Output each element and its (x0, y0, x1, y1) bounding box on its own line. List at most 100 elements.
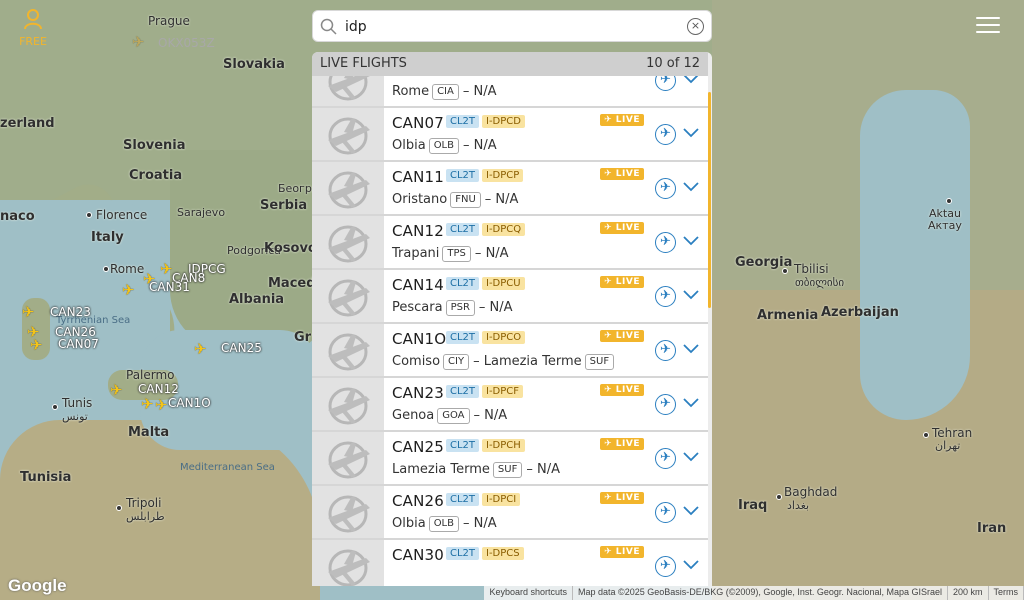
aircraft-marker-icon[interactable]: ✈ (141, 397, 154, 412)
aircraft-marker-icon[interactable]: ✈ (160, 262, 173, 277)
map-callsign-can12[interactable]: CAN12 (138, 382, 179, 396)
chevron-down-icon[interactable] (682, 501, 700, 519)
keyboard-shortcuts-link[interactable]: Keyboard shortcuts (484, 586, 574, 600)
track-flight-icon[interactable]: ✈ (655, 448, 676, 469)
track-flight-icon[interactable]: ✈ (655, 502, 676, 523)
registration-badge: I-DPCH (482, 439, 525, 452)
track-flight-icon[interactable]: ✈ (655, 394, 676, 415)
track-flight-icon[interactable]: ✈ (655, 124, 676, 145)
map-callsign-can23[interactable]: CAN23 (50, 305, 91, 319)
flight-route: Pescara PSR – N/A (392, 300, 513, 316)
aircraft-marker-icon[interactable]: ✈ (155, 398, 168, 413)
aircraft-marker-icon[interactable]: ✈ (22, 305, 35, 320)
ghost-plane-icon[interactable]: ✈ (132, 35, 145, 50)
map-data-attribution: Map data ©2025 GeoBasis-DE/BKG (©2009), … (573, 586, 948, 600)
flight-route: Oristano FNU – N/A (392, 192, 519, 208)
destination-city: N/A (536, 462, 560, 477)
flight-result-row[interactable]: CAN23 CL2T I-DPCF ✈ LIVE Genoa GOA – N/A ✈ (312, 378, 708, 432)
flight-callsign: CAN11 (392, 168, 445, 186)
flight-result-row[interactable]: CAN1O CL2T I-DPCO ✈ LIVE Comiso CIY – Lamezia … (312, 324, 708, 378)
label-tunis-ar: تونس (62, 410, 88, 423)
hamburger-menu-button[interactable] (976, 17, 1000, 38)
origin-city: Comiso (392, 354, 441, 369)
registration-badge: I-DPCF (482, 385, 524, 398)
aircraft-type-badge: CL2T (446, 223, 480, 236)
user-account-button[interactable]: FREE (14, 8, 52, 48)
chevron-down-icon[interactable] (682, 231, 700, 249)
label-serbia: Serbia (260, 198, 308, 213)
aircraft-type-badge: CL2T (446, 439, 480, 452)
flight-result-row[interactable]: CAN12 CL2T I-DPCQ ✈ LIVE Trapani TPS – N/A ✈ (312, 216, 708, 270)
aircraft-type-badge: CL2T (446, 277, 480, 290)
track-flight-icon[interactable]: ✈ (655, 286, 676, 307)
flight-result-row[interactable]: CAN30 CL2T I-DPCS ✈ LIVE ✈ (312, 540, 708, 586)
flight-info: CAN8CL2TI-DPCE✈ LIVERomeCIA– N/A✈ (384, 76, 708, 106)
user-icon (24, 9, 42, 30)
flight-result-row[interactable]: CAN07 CL2T I-DPCD ✈ LIVE Olbia OLB – N/A ✈ (312, 108, 708, 162)
chevron-down-icon[interactable] (682, 123, 700, 141)
origin-airport-code: SUF (492, 462, 523, 478)
chevron-down-icon[interactable] (682, 555, 700, 573)
flight-result-row[interactable]: CAN25 CL2T I-DPCH ✈ LIVE Lamezia Terme SUF – N… (312, 432, 708, 486)
track-flight-icon[interactable]: ✈ (655, 340, 676, 361)
aircraft-placeholder-icon (312, 108, 384, 160)
chevron-down-icon[interactable] (682, 76, 700, 87)
registration-badge: I-DPCP (482, 169, 524, 182)
chevron-down-icon[interactable] (682, 447, 700, 465)
city-dot-tbilisi (782, 268, 788, 274)
label-ghost-callsign: OKX053Z (158, 36, 215, 50)
label-tunis: Tunis (62, 396, 93, 410)
flight-info: CAN11 CL2T I-DPCP ✈ LIVE Oristano FNU – N/A ✈ (384, 162, 708, 214)
destination-city: N/A (473, 138, 497, 153)
chevron-down-icon[interactable] (682, 285, 700, 303)
live-badge: ✈ LIVE (600, 384, 644, 396)
live-badge: ✈ LIVE (600, 546, 644, 558)
aircraft-marker-icon[interactable]: ✈ (110, 383, 123, 398)
aircraft-marker-icon[interactable]: ✈ (194, 342, 207, 357)
destination-city: N/A (489, 300, 513, 315)
scale-bar[interactable]: 200 km (948, 586, 989, 600)
aircraft-marker-icon[interactable]: ✈ (122, 283, 135, 298)
flight-route: Olbia OLB – N/A (392, 138, 497, 154)
label-albania: Albania (229, 292, 285, 307)
map-callsign-can31[interactable]: CAN31 (149, 280, 190, 294)
track-flight-icon[interactable]: ✈ (655, 232, 676, 253)
flight-result-row[interactable]: CAN26 CL2T I-DPCI ✈ LIVE Olbia OLB – N/A ✈ (312, 486, 708, 540)
aircraft-marker-icon[interactable]: ✈ (30, 338, 43, 353)
aircraft-placeholder-icon (312, 486, 384, 538)
origin-city: Olbia (392, 516, 426, 531)
list-scrollbar[interactable] (708, 92, 711, 308)
aircraft-type-badge: CL2T (446, 115, 480, 128)
search-input[interactable] (345, 15, 675, 39)
chevron-down-icon[interactable] (682, 393, 700, 411)
flight-callsign: CAN26 (392, 492, 445, 510)
flight-info: CAN12 CL2T I-DPCQ ✈ LIVE Trapani TPS – N/A ✈ (384, 216, 708, 268)
track-flight-icon[interactable]: ✈ (655, 178, 676, 199)
aircraft-placeholder-icon (312, 76, 384, 106)
label-iraq: Iraq (738, 498, 768, 513)
chevron-down-icon[interactable] (682, 339, 700, 357)
flight-route: Genoa GOA – N/A (392, 408, 508, 424)
map-callsign-can07[interactable]: CAN07 (58, 337, 99, 351)
origin-airport-code: TPS (442, 246, 471, 262)
destination-airport-code: SUF (584, 354, 615, 370)
city-dot-tunis (52, 404, 58, 410)
aircraft-placeholder-icon (312, 216, 384, 268)
map-callsign-can1o[interactable]: CAN1O (168, 396, 211, 410)
map-callsign-can25[interactable]: CAN25 (221, 341, 262, 355)
label-italy: Italy (91, 230, 124, 245)
terms-link[interactable]: Terms (989, 586, 1024, 600)
aircraft-type-badge: CL2T (446, 385, 480, 398)
aircraft-placeholder-icon (312, 324, 384, 376)
flight-result-row[interactable]: CAN11 CL2T I-DPCP ✈ LIVE Oristano FNU – N/A ✈ (312, 162, 708, 216)
chevron-down-icon[interactable] (682, 177, 700, 195)
clear-search-icon[interactable]: × (687, 18, 704, 35)
flight-info: CAN14 CL2T I-DPCU ✈ LIVE Pescara PSR – N/A ✈ (384, 270, 708, 322)
flight-result-row[interactable]: CAN8CL2TI-DPCE✈ LIVERomeCIA– N/A✈ (312, 76, 708, 108)
origin-city: Lamezia Terme (392, 462, 490, 477)
flight-results-list[interactable]: CAN8CL2TI-DPCE✈ LIVERomeCIA– N/A✈CAN07CL… (312, 76, 708, 586)
track-flight-icon[interactable]: ✈ (655, 76, 676, 91)
flight-result-row[interactable]: CAN14 CL2T I-DPCU ✈ LIVE Pescara PSR – N/A ✈ (312, 270, 708, 324)
track-flight-icon[interactable]: ✈ (655, 556, 676, 577)
flight-callsign: CAN8 (392, 76, 434, 78)
